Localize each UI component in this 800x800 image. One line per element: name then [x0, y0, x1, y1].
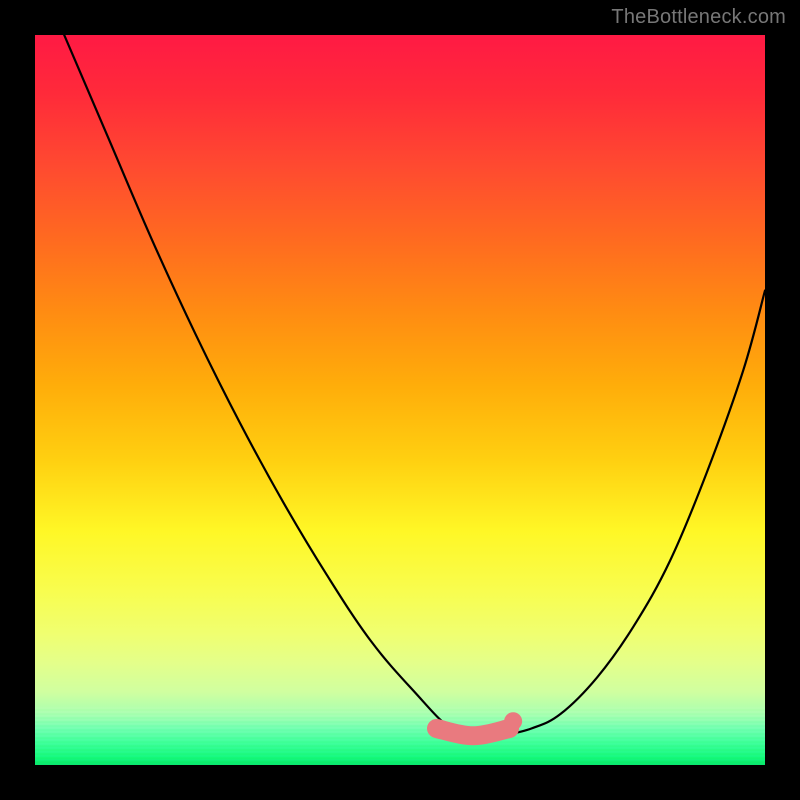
highlight-band: [437, 729, 510, 736]
watermark-text: TheBottleneck.com: [611, 6, 786, 29]
highlight-dot: [504, 712, 522, 730]
right-curve: [502, 291, 765, 736]
plot-area: [35, 35, 765, 765]
left-curve: [64, 35, 480, 736]
curve-overlay: [35, 35, 765, 765]
chart-frame: TheBottleneck.com: [0, 0, 800, 800]
